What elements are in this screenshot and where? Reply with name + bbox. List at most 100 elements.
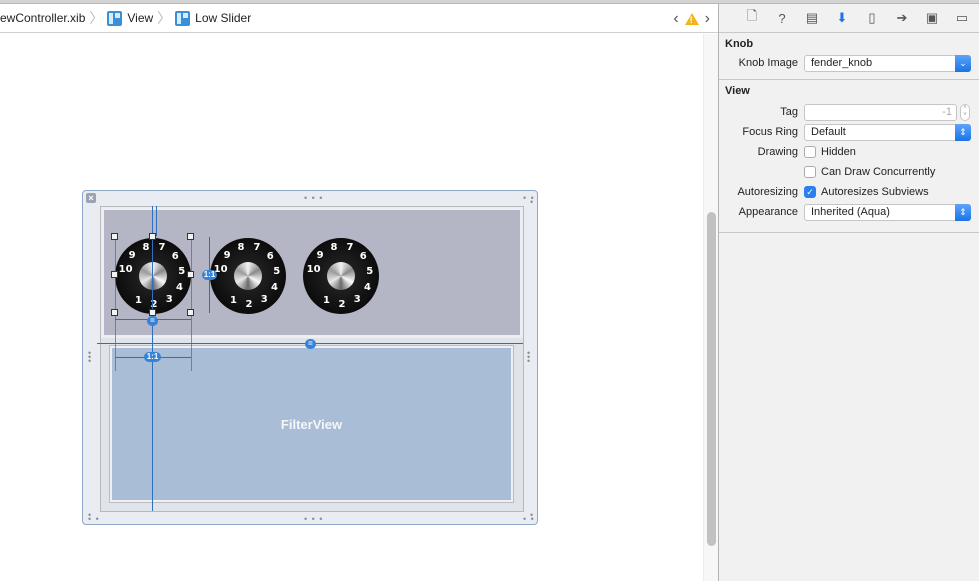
resize-handle-top-right[interactable]: • • • xyxy=(523,194,535,207)
knob-number: 3 xyxy=(353,294,361,306)
knob-image-combobox[interactable]: fender_knob ⌄ xyxy=(804,55,971,72)
content-view[interactable]: 1 2 3 4 5 6 7 8 9 10 1 2 3 4 5 6 7 8 9 10 1 2 3 4 5 6 7 8 9 10 Filt… xyxy=(100,206,524,512)
close-icon[interactable]: × xyxy=(86,193,96,203)
knob-number: 9 xyxy=(128,249,136,261)
effects-icon[interactable]: ▭ xyxy=(947,4,977,33)
resize-handle-bottom[interactable]: • • • xyxy=(304,515,323,524)
knob-3[interactable]: 1 2 3 4 5 6 7 8 9 10 xyxy=(303,238,379,314)
knob-number: 8 xyxy=(330,241,338,253)
leading-guide xyxy=(115,239,116,371)
view-section: View Tag -1 ˄ ˅ Focus Ring Default ⇕ Draw… xyxy=(719,80,979,233)
selection-handle[interactable] xyxy=(111,233,118,240)
aspect-ratio-badge[interactable]: 1:1 xyxy=(202,270,217,280)
selection-handle[interactable] xyxy=(149,309,156,316)
focus-ring-value: Default xyxy=(811,126,846,138)
appearance-label: Appearance xyxy=(738,206,798,218)
breadcrumb-low-slider[interactable]: Low Slider xyxy=(175,4,251,32)
inspector-tabs: 🗋 ? ▤ ⬇ ▯ ➔ ▣ ▭ xyxy=(719,4,979,33)
knob-number: 6 xyxy=(266,251,274,263)
knob-image-row: Knob Image fender_knob ⌄ xyxy=(719,55,979,73)
knob-number: 4 xyxy=(271,281,278,293)
chevron-left-icon[interactable]: ‹ xyxy=(673,10,678,27)
can-draw-concurrently-checkbox[interactable] xyxy=(804,166,816,178)
can-draw-concurrently-label[interactable]: Can Draw Concurrently xyxy=(821,166,935,178)
scrollbar-thumb[interactable] xyxy=(707,212,716,546)
knob-number: 4 xyxy=(176,281,183,293)
filter-view[interactable]: FilterView xyxy=(109,345,514,503)
resize-handle-right[interactable]: • • • xyxy=(527,349,531,366)
autoresizes-subviews-checkbox[interactable]: ✓ xyxy=(804,186,816,198)
file-icon[interactable]: 🗋 xyxy=(737,4,767,33)
equal-constraint-badge[interactable]: = xyxy=(147,316,158,326)
knob-number: 1 xyxy=(230,295,237,307)
knob-number: 10 xyxy=(118,263,133,275)
selection-handle[interactable] xyxy=(111,271,118,278)
tag-label: Tag xyxy=(780,106,798,118)
jump-bar: ewController.xib 〉 View 〉 Low Slider ‹ !… xyxy=(0,4,718,33)
resize-handle-bottom-left[interactable]: • • • xyxy=(88,511,100,524)
knob-number: 7 xyxy=(158,242,166,254)
section-title: View xyxy=(725,85,750,97)
breadcrumb-xib[interactable]: ewController.xib xyxy=(0,4,85,32)
knob-number: 5 xyxy=(273,265,281,277)
breadcrumb-separator: 〉 xyxy=(89,10,104,26)
trailing-guide xyxy=(191,239,192,371)
aspect-ratio-badge[interactable]: 1:1 xyxy=(144,352,161,362)
updown-chevron-icon: ⇕ xyxy=(955,204,971,221)
resize-handle-bottom-right[interactable]: • • • xyxy=(523,511,535,524)
resize-handle-left[interactable]: • • • xyxy=(88,349,92,366)
size-icon[interactable]: ▯ xyxy=(857,4,887,33)
focus-ring-row: Focus Ring Default ⇕ xyxy=(719,124,979,142)
updown-chevron-icon: ⇕ xyxy=(955,124,971,141)
knob-number: 4 xyxy=(364,281,371,293)
autoresizes-subviews-label[interactable]: Autoresizes Subviews xyxy=(821,186,929,198)
breadcrumb-view[interactable]: View xyxy=(107,4,153,32)
knob-number: 3 xyxy=(260,294,268,306)
filter-view-label: FilterView xyxy=(280,416,343,432)
knob-cap xyxy=(327,262,355,290)
selection-handle[interactable] xyxy=(149,233,156,240)
knob-number: 8 xyxy=(237,241,245,253)
hidden-checkbox[interactable] xyxy=(804,146,816,158)
chevron-right-icon[interactable]: › xyxy=(705,10,710,27)
resize-handle-top[interactable]: • • • xyxy=(304,194,323,203)
knob-cap xyxy=(234,262,262,290)
knob-number: 7 xyxy=(346,242,354,254)
warning-icon[interactable]: ! xyxy=(684,12,699,25)
knob-number: 1 xyxy=(323,295,330,307)
chevron-down-icon[interactable]: ⌄ xyxy=(955,55,971,72)
knob-number: 1 xyxy=(135,295,142,307)
selection-handle[interactable] xyxy=(187,309,194,316)
selection-handle[interactable] xyxy=(187,233,194,240)
drawing-row: Drawing Hidden xyxy=(719,144,979,162)
appearance-popup[interactable]: Inherited (Aqua) ⇕ xyxy=(804,204,971,221)
bindings-icon[interactable]: ▣ xyxy=(917,4,947,33)
knob-number: 5 xyxy=(366,265,374,277)
knob-image-label: Knob Image xyxy=(738,57,798,69)
canvas-vertical-scrollbar[interactable] xyxy=(703,34,718,581)
tag-row: Tag -1 ˄ ˅ xyxy=(719,104,979,122)
equal-constraint-badge[interactable]: = xyxy=(305,339,316,349)
custom-view-window[interactable]: × • • • • • • • • • • • • • • • • • • • • • 12… xyxy=(82,190,538,525)
help-icon[interactable]: ? xyxy=(767,4,797,33)
appearance-row: Appearance Inherited (Aqua) ⇕ xyxy=(719,204,979,222)
identity-icon[interactable]: ▤ xyxy=(797,4,827,33)
knob-number: 2 xyxy=(245,298,253,310)
focus-ring-label: Focus Ring xyxy=(742,126,798,138)
view-icon xyxy=(107,10,123,26)
tag-field[interactable]: -1 xyxy=(804,104,957,121)
can-draw-row: Can Draw Concurrently xyxy=(719,164,979,182)
selection-handle[interactable] xyxy=(187,271,194,278)
connections-icon[interactable]: ➔ xyxy=(887,4,917,33)
selection-handle[interactable] xyxy=(111,309,118,316)
knob-2[interactable]: 1 2 3 4 5 6 7 8 9 10 xyxy=(210,238,286,314)
focus-ring-popup[interactable]: Default ⇕ xyxy=(804,124,971,141)
tag-stepper[interactable]: ˄ ˅ xyxy=(960,104,970,121)
top-spacing-constraint[interactable] xyxy=(156,206,157,236)
attributes-icon[interactable]: ⬇ xyxy=(827,4,857,33)
knob-1[interactable]: 1 2 3 4 5 6 7 8 9 10 xyxy=(115,238,191,314)
breadcrumb-label: Low Slider xyxy=(195,11,252,25)
autoresizing-row: Autoresizing ✓ Autoresizes Subviews xyxy=(719,184,979,202)
interface-builder-canvas[interactable]: × • • • • • • • • • • • • • • • • • • • • • 12… xyxy=(0,34,718,581)
hidden-label[interactable]: Hidden xyxy=(821,146,856,158)
